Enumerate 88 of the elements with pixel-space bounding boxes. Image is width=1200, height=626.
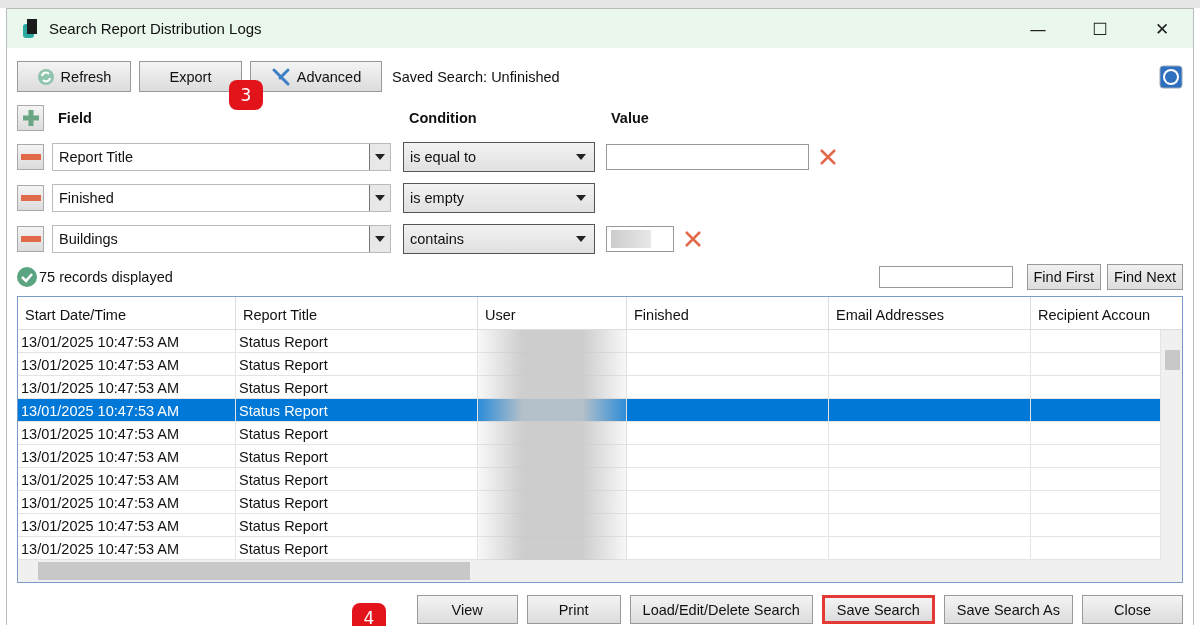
find-button[interactable]: Find Next xyxy=(1106,264,1183,290)
table-cell: 13/01/2025 10:47:53 AM xyxy=(18,399,236,421)
minus-icon xyxy=(20,195,41,201)
footer-button[interactable]: Save Search As xyxy=(943,595,1073,624)
table-cell: Status Report xyxy=(236,514,478,536)
table-row[interactable]: 13/01/2025 10:47:53 AM Status Report xyxy=(18,330,1161,353)
column-header[interactable]: User xyxy=(478,297,627,329)
record-count: 75 records displayed xyxy=(39,269,173,285)
remove-criterion-button[interactable] xyxy=(17,144,44,170)
refresh-icon xyxy=(36,67,55,86)
column-header[interactable]: Email Addresses xyxy=(829,297,1031,329)
toolbar-button[interactable]: Refresh xyxy=(17,61,131,92)
table-row[interactable]: 13/01/2025 10:47:53 AM Status Report xyxy=(18,468,1161,491)
table-cell: Status Report xyxy=(236,445,478,467)
table-cell: Status Report xyxy=(236,491,478,513)
toolbar-button[interactable]: Export xyxy=(139,61,242,92)
table-cell: Status Report xyxy=(236,376,478,398)
toolbar-button[interactable]: Advanced xyxy=(250,61,382,92)
remove-criterion-button[interactable] xyxy=(17,226,44,252)
footer-button[interactable]: Print xyxy=(526,595,621,624)
table-row[interactable]: 13/01/2025 10:47:53 AM Status Report xyxy=(18,445,1161,468)
dropdown-arrow-icon xyxy=(375,154,385,160)
dropdown-arrow-icon xyxy=(375,236,385,242)
vertical-scrollbar[interactable] xyxy=(1161,330,1182,560)
dropdown-arrow-icon xyxy=(576,195,586,201)
saved-search-label: Saved Search: Unfinished xyxy=(392,68,560,85)
step-badge: 3 xyxy=(229,80,263,110)
database-icon xyxy=(21,17,39,40)
table-row[interactable]: 13/01/2025 10:47:53 AM Status Report xyxy=(18,422,1161,445)
find-button[interactable]: Find First xyxy=(1026,264,1101,290)
value-field[interactable] xyxy=(606,226,674,252)
remove-criterion-button[interactable] xyxy=(17,185,44,211)
column-header[interactable]: Recipient Accoun xyxy=(1031,297,1161,329)
footer-button[interactable]: Load/Edit/Delete Search xyxy=(629,595,813,624)
check-icon xyxy=(17,267,37,287)
footer-button[interactable]: Save Search xyxy=(821,595,935,624)
dropdown-arrow-icon xyxy=(375,195,385,201)
table-cell: Status Report xyxy=(236,330,478,352)
table-cell: Status Report xyxy=(236,422,478,444)
value-field[interactable] xyxy=(606,144,809,170)
close-button[interactable]: ✕ xyxy=(1131,9,1193,48)
table-cell: 13/01/2025 10:47:53 AM xyxy=(18,376,236,398)
table-cell: 13/01/2025 10:47:53 AM xyxy=(18,514,236,536)
table-cell: Status Report xyxy=(236,537,478,559)
column-label: Field xyxy=(58,110,93,126)
plus-icon xyxy=(20,108,41,128)
table-row[interactable]: 13/01/2025 10:47:53 AM Status Report xyxy=(18,353,1161,376)
column-label: Condition xyxy=(409,110,478,126)
condition-dropdown[interactable]: contains xyxy=(403,224,595,254)
dropdown-arrow-icon xyxy=(576,236,586,242)
clear-icon[interactable] xyxy=(684,230,702,248)
clear-icon[interactable] xyxy=(819,148,837,166)
add-criterion-button[interactable] xyxy=(17,105,44,131)
table-cell: 13/01/2025 10:47:53 AM xyxy=(18,445,236,467)
find-field[interactable] xyxy=(878,266,1013,288)
wrench-icon xyxy=(270,66,291,87)
minus-icon xyxy=(20,154,41,160)
field-dropdown[interactable]: Finished xyxy=(52,184,391,212)
condition-dropdown[interactable]: is empty xyxy=(403,183,595,213)
column-header[interactable]: Start Date/Time xyxy=(18,297,236,329)
maximize-button[interactable]: ☐ xyxy=(1069,9,1131,48)
table-row[interactable]: 13/01/2025 10:47:53 AM Status Report xyxy=(18,514,1161,537)
column-header[interactable]: Report Title xyxy=(236,297,478,329)
dropdown-arrow-icon xyxy=(576,154,586,160)
table-row[interactable]: 13/01/2025 10:47:53 AM Status Report xyxy=(18,399,1161,422)
table-cell: Status Report xyxy=(236,353,478,375)
minus-icon xyxy=(20,236,41,242)
column-header[interactable]: Finished xyxy=(627,297,829,329)
field-dropdown[interactable]: Buildings xyxy=(52,225,391,253)
table-cell: Status Report xyxy=(236,468,478,490)
table-cell: 13/01/2025 10:47:53 AM xyxy=(18,353,236,375)
footer-button[interactable]: Close xyxy=(1082,595,1183,624)
table-cell: 13/01/2025 10:47:53 AM xyxy=(18,537,236,559)
field-dropdown[interactable]: Report Title xyxy=(52,143,391,171)
table-cell: Status Report xyxy=(236,399,478,421)
column-label: Value xyxy=(611,110,649,126)
redacted-blur xyxy=(611,230,651,248)
horizontal-scrollbar[interactable] xyxy=(18,560,1182,582)
table-row[interactable]: 13/01/2025 10:47:53 AM Status Report xyxy=(18,491,1161,514)
table-cell: 13/01/2025 10:47:53 AM xyxy=(18,468,236,490)
table-cell: 13/01/2025 10:47:53 AM xyxy=(18,422,236,444)
condition-dropdown[interactable]: is equal to xyxy=(403,142,595,172)
table-cell: 13/01/2025 10:47:53 AM xyxy=(18,491,236,513)
table-cell: 13/01/2025 10:47:53 AM xyxy=(18,330,236,352)
window-title: Search Report Distribution Logs xyxy=(49,20,262,37)
step-badge: 4 xyxy=(352,603,386,626)
minimize-button[interactable]: — xyxy=(1007,9,1069,48)
footer-button[interactable]: View xyxy=(416,595,518,624)
